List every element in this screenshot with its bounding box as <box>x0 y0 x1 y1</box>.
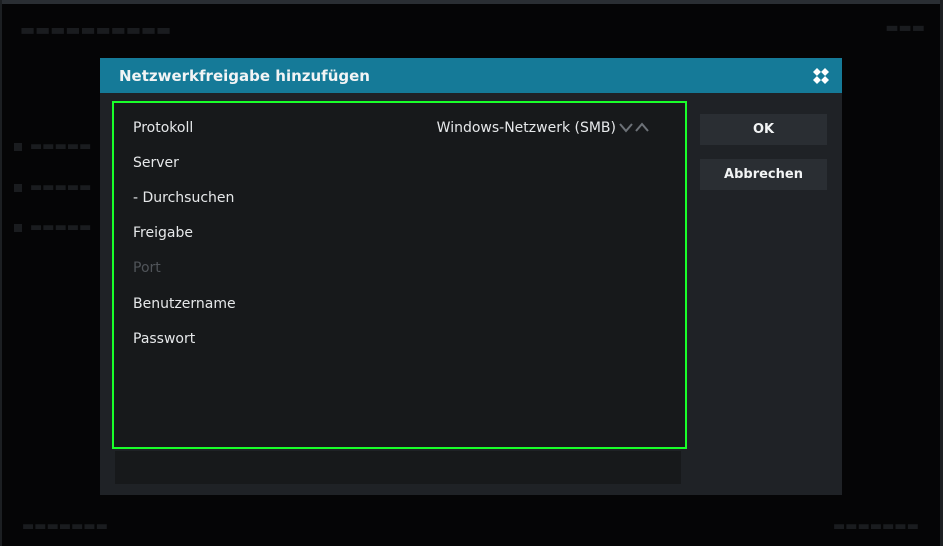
kodi-logo-icon <box>813 68 829 84</box>
window-top-border <box>0 0 943 4</box>
background-footer-left: ▬▬▬▬▬▬▬ <box>22 519 108 534</box>
row-label: Freigabe <box>133 225 193 241</box>
spinner-arrows-icon[interactable] <box>618 122 650 134</box>
row-label: Passwort <box>133 331 196 347</box>
list-footer-area <box>115 451 681 484</box>
background-title: ▬▬▬▬▬▬▬▬▬▬ <box>20 20 172 39</box>
ok-button[interactable]: OK <box>700 114 827 145</box>
row-label: Protokoll <box>133 120 194 136</box>
dialog-title: Netzwerkfreigabe hinzufügen <box>119 67 370 85</box>
protocol-value: Windows-Netzwerk (SMB) <box>436 120 616 136</box>
background-footer-right: ▬▬▬▬▬▬▬ <box>833 519 919 534</box>
background-clock: ▬▬▬ <box>885 20 925 36</box>
settings-list: Protokoll Windows-Netzwerk (SMB) Server … <box>112 101 687 449</box>
row-share[interactable]: Freigabe <box>133 218 668 248</box>
row-username[interactable]: Benutzername <box>133 289 668 319</box>
cancel-button[interactable]: Abbrechen <box>700 159 827 190</box>
row-label: Port <box>133 260 161 276</box>
window-left-border <box>0 0 2 546</box>
background-list-item: ▬▬▬▬▬ <box>14 180 91 195</box>
row-label: Benutzername <box>133 296 236 312</box>
row-port: Port <box>133 253 668 283</box>
row-label: - Durchsuchen <box>133 190 235 206</box>
row-password[interactable]: Passwort <box>133 324 668 354</box>
background-list-item: ▬▬▬▬▬ <box>14 220 91 235</box>
row-label: Server <box>133 155 179 171</box>
row-server[interactable]: Server <box>133 148 668 178</box>
row-browse[interactable]: - Durchsuchen <box>133 183 668 213</box>
row-protocol[interactable]: Protokoll Windows-Netzwerk (SMB) <box>133 113 668 143</box>
dialog-header: Netzwerkfreigabe hinzufügen <box>100 58 842 93</box>
background-list-item: ▬▬▬▬▬ <box>14 139 91 154</box>
